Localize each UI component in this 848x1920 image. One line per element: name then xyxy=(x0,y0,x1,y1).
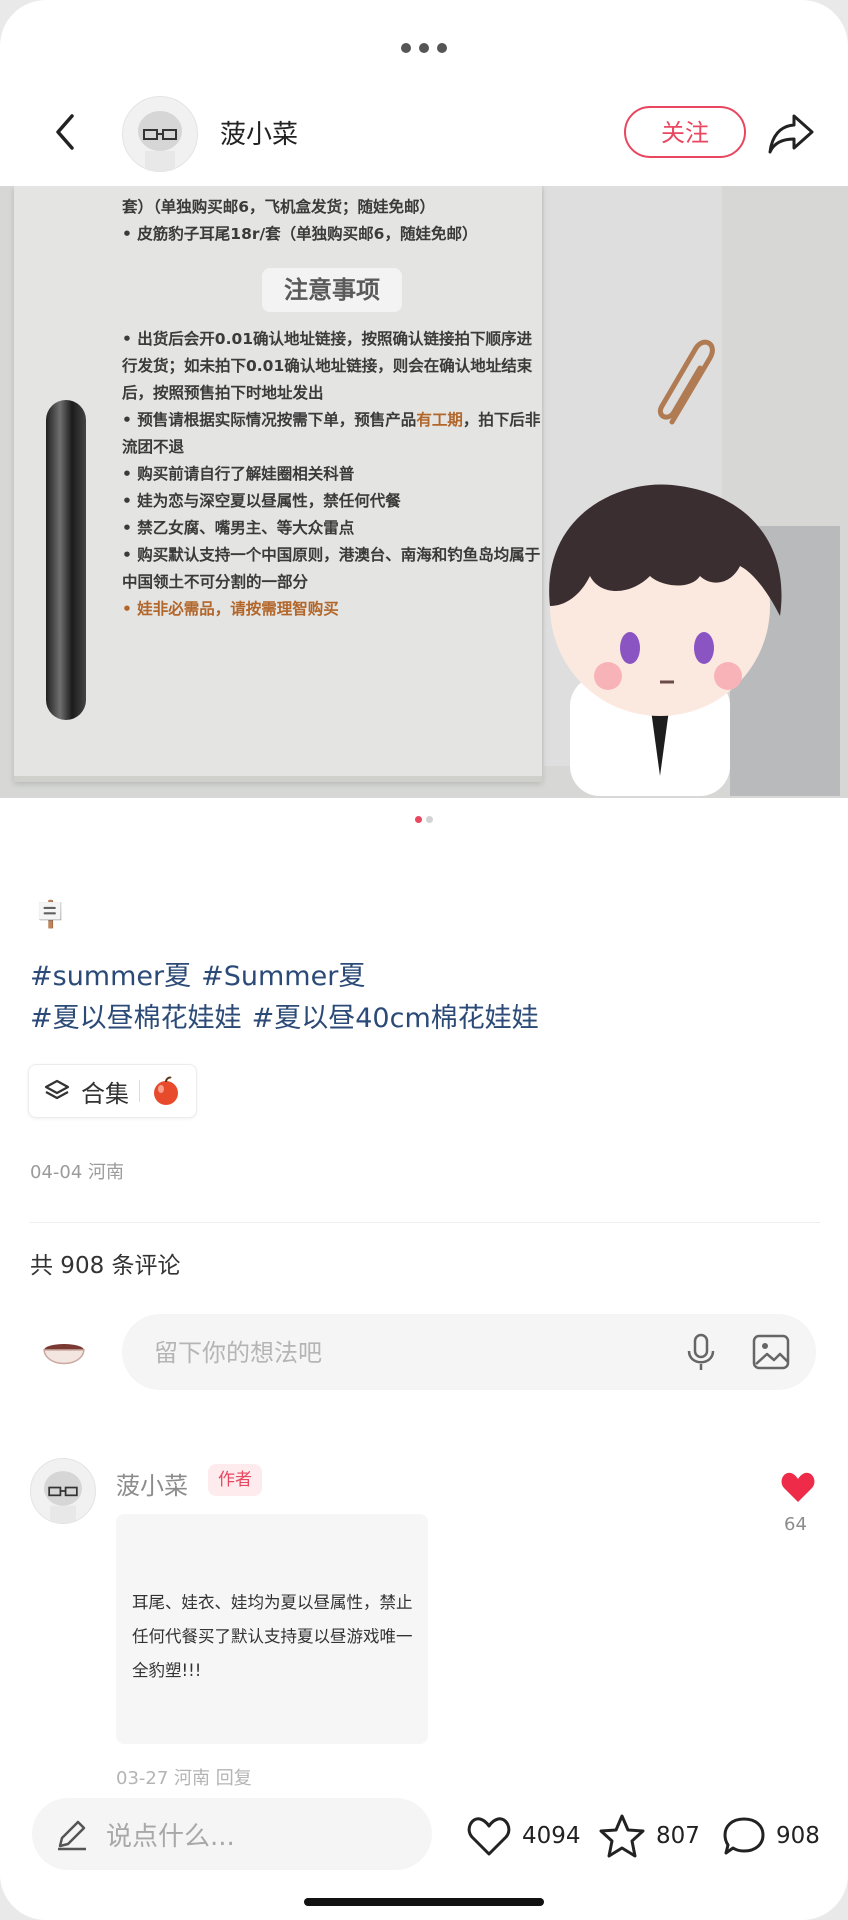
bottom-action-bar: 说点什么... 4094 807 908 xyxy=(0,1786,848,1920)
comment-count: 共 908 条评论 xyxy=(30,1253,181,1279)
notes-item: • 禁乙女腐、嘴男主、等大众雷点 xyxy=(122,519,355,537)
heart-outline-icon xyxy=(467,1817,511,1856)
notes-item: • 娃非必需品，请按需理智购买 xyxy=(122,600,339,618)
author-name[interactable]: 菠小菜 xyxy=(220,114,298,151)
section-divider xyxy=(30,1222,820,1223)
comment-image-card[interactable]: 耳尾、娃衣、娃均为夏以昼属性，禁止任何代餐买了默认支持夏以昼游戏唯一全豹塑!!! xyxy=(116,1514,428,1744)
post-image[interactable]: 套）（单独购买邮6，飞机盒发货；随娃免邮） • 皮筋豹子耳尾18r/套（单独购买… xyxy=(0,186,848,798)
notes-item: • 出货后会开0.01确认地址链接，按照确认链接拍下顺序进行发货；如未拍下0.0… xyxy=(122,330,533,402)
follow-button[interactable]: 关注 xyxy=(624,106,746,158)
hashtag[interactable]: #summer夏 xyxy=(30,961,191,992)
notes-item: • 购买前请自行了解娃圈相关科普 xyxy=(122,465,355,483)
commenter-name[interactable]: 菠小菜 xyxy=(116,1466,188,1501)
plush-doll-image xyxy=(549,484,782,796)
say-something-input[interactable]: 说点什么... xyxy=(32,1798,432,1870)
image-upload-icon[interactable] xyxy=(752,1334,790,1370)
home-indicator xyxy=(304,1898,544,1906)
pencil-icon xyxy=(58,1820,86,1851)
collect-button[interactable]: 807 xyxy=(598,1812,700,1860)
like-button[interactable]: 4094 xyxy=(466,1812,581,1860)
post-header: 菠小菜 关注 xyxy=(0,90,848,176)
hashtag[interactable]: #夏以昼40cm棉花娃娃 xyxy=(252,1003,539,1034)
post-date-location: 04-04 河南 xyxy=(30,1162,125,1183)
comment-input[interactable] xyxy=(152,1314,656,1392)
commenter-avatar[interactable] xyxy=(30,1458,96,1524)
bowl-avatar-icon xyxy=(43,1344,85,1365)
pen-image xyxy=(46,400,86,720)
comment-like-count: 64 xyxy=(784,1514,807,1535)
comment-count-bottom: 908 xyxy=(776,1823,820,1849)
paperclip-icon xyxy=(658,339,715,425)
notes-title: 注意事项 xyxy=(262,268,402,312)
microphone-icon[interactable] xyxy=(686,1332,716,1372)
signpost-emoji-icon: 🪧 xyxy=(34,900,67,930)
apple-icon xyxy=(154,1076,178,1105)
hashtag[interactable]: #夏以昼棉花娃娃 xyxy=(30,1003,242,1034)
hashtag-list: #summer夏 #Summer夏 #夏以昼棉花娃娃 #夏以昼40cm棉花娃娃 xyxy=(30,956,549,1040)
back-arrow-icon[interactable] xyxy=(46,110,86,154)
notes-line: 套）（单独购买邮6，飞机盒发货；随娃免邮） xyxy=(122,198,436,216)
star-outline-icon xyxy=(599,1814,645,1858)
notes-item: • 购买默认支持一个中国原则，港澳台、南海和钓鱼岛均属于中国领土不可分割的一部分 xyxy=(122,546,541,591)
notes-line: • 皮筋豹子耳尾18r/套（单独购买邮6，随娃免邮） xyxy=(122,225,478,243)
comment-bubble-icon xyxy=(723,1817,765,1855)
say-placeholder: 说点什么... xyxy=(106,1822,235,1852)
hashtag[interactable]: #Summer夏 xyxy=(201,961,365,992)
comment-like-heart-icon[interactable] xyxy=(780,1470,816,1504)
share-icon[interactable] xyxy=(766,108,816,156)
author-avatar[interactable] xyxy=(122,96,198,172)
comment-text: 耳尾、娃衣、娃均为夏以昼属性，禁止任何代餐买了默认支持夏以昼游戏唯一全豹塑!!! xyxy=(132,1593,413,1680)
notes-item: • 预售请根据实际情况按需下单，预售产品有工期，拍下后非流团不退 xyxy=(122,411,541,456)
author-badge: 作者 xyxy=(208,1464,262,1496)
comment-button[interactable]: 908 xyxy=(722,1812,820,1860)
like-count: 4094 xyxy=(522,1823,581,1849)
notes-item: • 娃为恋与深空夏以昼属性，禁任何代餐 xyxy=(122,492,401,510)
more-dots-icon[interactable] xyxy=(0,38,848,57)
collection-button[interactable]: 合集 xyxy=(28,1064,197,1118)
notes-paper: 套）（单独购买邮6，飞机盒发货；随娃免邮） • 皮筋豹子耳尾18r/套（单独购买… xyxy=(14,186,542,782)
collection-label: 合集 xyxy=(81,1079,129,1108)
notes-text: 套）（单独购买邮6，飞机盒发货；随娃免邮） • 皮筋豹子耳尾18r/套（单独购买… xyxy=(122,194,542,623)
image-pager xyxy=(0,808,848,827)
divider xyxy=(139,1080,140,1102)
star-count: 807 xyxy=(656,1823,700,1849)
layers-icon xyxy=(44,1079,70,1100)
comment-input-bar[interactable] xyxy=(122,1314,816,1392)
screen: 菠小菜 关注 套）（单独购买邮6，飞机盒发货；随娃免邮） • 皮筋豹子耳尾18r… xyxy=(0,0,848,1920)
